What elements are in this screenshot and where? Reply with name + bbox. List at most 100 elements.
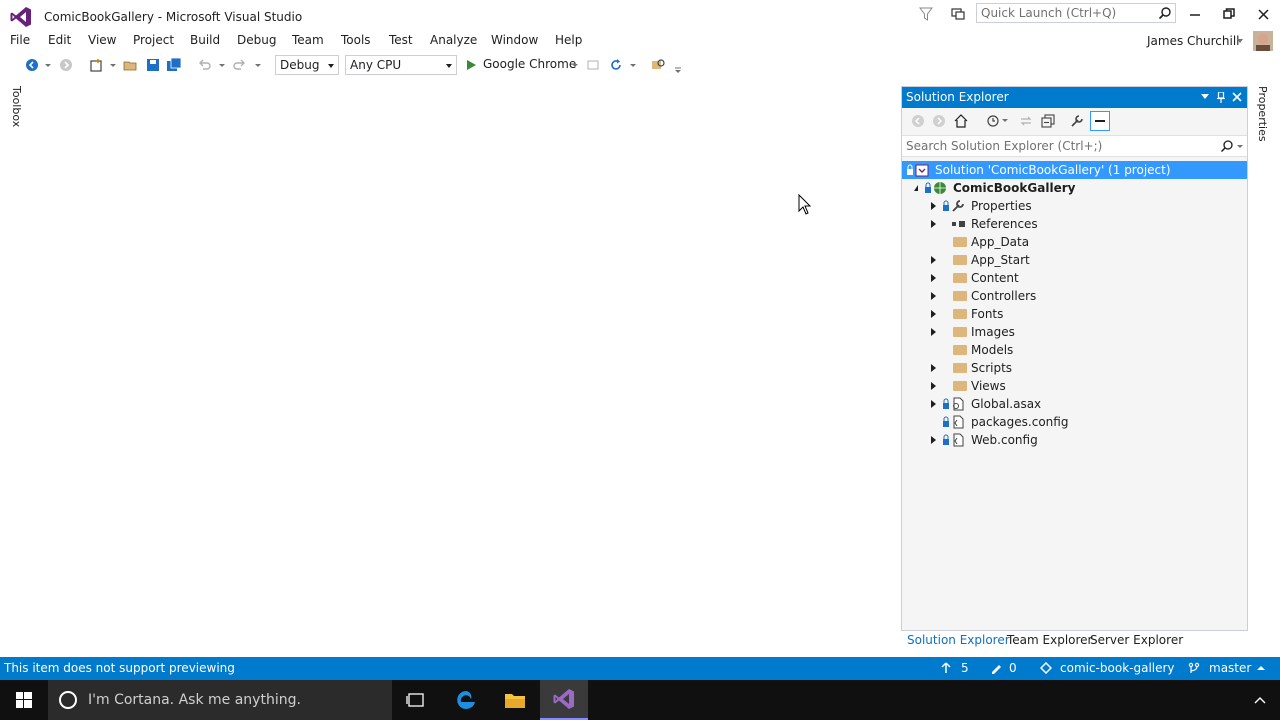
- auto-hide-button[interactable]: [1214, 90, 1228, 104]
- home-button[interactable]: [953, 113, 969, 129]
- solution-explorer-search-input[interactable]: [906, 138, 1206, 154]
- unpublished-commits-indicator[interactable]: 5: [941, 661, 969, 675]
- repository-indicator[interactable]: comic-book-gallery: [1040, 661, 1175, 675]
- close-button[interactable]: [1252, 4, 1274, 24]
- chevron-down-icon[interactable]: [1237, 145, 1243, 149]
- back-button[interactable]: [910, 113, 926, 129]
- expand-arrow-icon[interactable]: [931, 256, 936, 264]
- expand-arrow-icon[interactable]: [931, 310, 936, 318]
- tree-item-content[interactable]: Content: [902, 269, 1247, 287]
- save-button[interactable]: [145, 57, 161, 73]
- tree-item-fonts[interactable]: Fonts: [902, 305, 1247, 323]
- menu-team[interactable]: Team: [292, 33, 324, 47]
- solution-configuration-select[interactable]: Debug: [275, 55, 339, 75]
- taskbar-edge-button[interactable]: [442, 680, 490, 720]
- expand-arrow-icon[interactable]: [931, 328, 936, 336]
- forward-button[interactable]: [931, 113, 947, 129]
- sync-with-active-document-button[interactable]: [1018, 113, 1034, 129]
- tree-item-models[interactable]: Models: [902, 341, 1247, 359]
- pending-changes-indicator[interactable]: 0: [990, 661, 1017, 675]
- chevron-down-icon[interactable]: [110, 64, 116, 67]
- expand-arrow-icon[interactable]: [931, 274, 936, 282]
- show-hidden-icons-button[interactable]: [1240, 680, 1280, 720]
- chevron-down-icon[interactable]: [1002, 119, 1008, 122]
- restore-button[interactable]: [1218, 4, 1240, 24]
- tree-item-scripts[interactable]: Scripts: [902, 359, 1247, 377]
- search-icon[interactable]: [1220, 139, 1234, 153]
- collapse-all-button[interactable]: [1040, 113, 1056, 129]
- task-view-button[interactable]: [392, 680, 440, 720]
- expand-arrow-icon[interactable]: [931, 220, 936, 228]
- feedback-icon[interactable]: [950, 6, 966, 22]
- tree-item-views[interactable]: Views: [902, 377, 1247, 395]
- new-project-button[interactable]: [88, 57, 104, 73]
- menu-build[interactable]: Build: [190, 33, 220, 47]
- expand-arrow-icon[interactable]: [931, 436, 936, 444]
- tree-item-references[interactable]: References: [902, 215, 1247, 233]
- window-position-button[interactable]: [1198, 90, 1212, 104]
- search-icon[interactable]: [1158, 6, 1172, 20]
- tree-item-app-start[interactable]: App_Start: [902, 251, 1247, 269]
- tree-item-controllers[interactable]: Controllers: [902, 287, 1247, 305]
- tree-item-properties[interactable]: Properties: [902, 197, 1247, 215]
- chevron-down-icon[interactable]: [572, 64, 578, 67]
- menu-edit[interactable]: Edit: [48, 33, 71, 47]
- tree-item-images[interactable]: Images: [902, 323, 1247, 341]
- taskbar-file-explorer-button[interactable]: [491, 680, 539, 720]
- expand-arrow-icon[interactable]: [931, 400, 936, 408]
- expand-arrow-icon[interactable]: [931, 364, 936, 372]
- minimize-button[interactable]: [1184, 4, 1206, 24]
- quick-launch-box[interactable]: [976, 3, 1176, 23]
- menu-analyze[interactable]: Analyze: [430, 33, 477, 47]
- open-file-button[interactable]: [122, 57, 138, 73]
- tree-item-global-asax[interactable]: Global.asax: [902, 395, 1247, 413]
- filter-icon[interactable]: [918, 6, 934, 22]
- browser-link-button[interactable]: [585, 57, 601, 73]
- user-account-name[interactable]: James Churchill: [1147, 34, 1240, 48]
- expand-arrow-icon[interactable]: [931, 382, 936, 390]
- chevron-down-icon[interactable]: [630, 64, 636, 67]
- menu-tools[interactable]: Tools: [341, 33, 371, 47]
- chevron-down-icon[interactable]: [255, 64, 261, 67]
- chevron-down-icon[interactable]: [219, 64, 225, 67]
- navigate-back-button[interactable]: [24, 57, 40, 73]
- menu-test[interactable]: Test: [389, 33, 413, 47]
- solution-explorer-search-box[interactable]: [902, 135, 1247, 157]
- menu-help[interactable]: Help: [555, 33, 582, 47]
- branch-indicator[interactable]: master: [1188, 661, 1266, 675]
- navigate-forward-button[interactable]: [58, 57, 74, 73]
- preview-selected-items-button[interactable]: [1090, 111, 1110, 131]
- chevron-down-icon[interactable]: [45, 64, 51, 67]
- start-button[interactable]: [0, 680, 48, 720]
- run-target-label[interactable]: Google Chrome: [483, 57, 576, 71]
- expand-arrow-icon[interactable]: [931, 292, 936, 300]
- menu-debug[interactable]: Debug: [237, 33, 276, 47]
- expand-arrow-icon[interactable]: [931, 202, 936, 210]
- tab-server-explorer[interactable]: Server Explorer: [1090, 633, 1183, 647]
- start-debugging-button[interactable]: [463, 57, 479, 73]
- menu-window[interactable]: Window: [491, 33, 538, 47]
- pending-changes-filter-button[interactable]: [985, 113, 1001, 129]
- taskbar-visual-studio-button[interactable]: [540, 680, 588, 720]
- properties-tab[interactable]: Properties: [1256, 86, 1269, 142]
- properties-button[interactable]: [1069, 113, 1085, 129]
- redo-button[interactable]: [232, 57, 248, 73]
- refresh-button[interactable]: [608, 57, 624, 73]
- quick-launch-input[interactable]: [981, 5, 1151, 21]
- tree-item-packages-config[interactable]: packages.config: [902, 413, 1247, 431]
- tree-item-web-config[interactable]: Web.config: [902, 431, 1247, 449]
- tab-team-explorer[interactable]: Team Explorer: [1007, 633, 1093, 647]
- tree-item-project[interactable]: ComicBookGallery: [902, 179, 1247, 197]
- toolbar-options-button[interactable]: [670, 62, 686, 78]
- solution-platform-select[interactable]: Any CPU: [345, 55, 457, 75]
- tree-item-app-data[interactable]: App_Data: [902, 233, 1247, 251]
- tree-item-solution[interactable]: Solution 'ComicBookGallery' (1 project): [902, 161, 1247, 179]
- toolbox-tab[interactable]: Toolbox: [10, 86, 23, 127]
- chevron-down-icon[interactable]: [1237, 39, 1243, 43]
- menu-project[interactable]: Project: [133, 33, 174, 47]
- find-in-files-button[interactable]: [650, 57, 666, 73]
- avatar[interactable]: [1253, 31, 1273, 51]
- undo-button[interactable]: [196, 57, 212, 73]
- cortana-search-box[interactable]: I'm Cortana. Ask me anything.: [48, 680, 392, 720]
- menu-view[interactable]: View: [88, 33, 116, 47]
